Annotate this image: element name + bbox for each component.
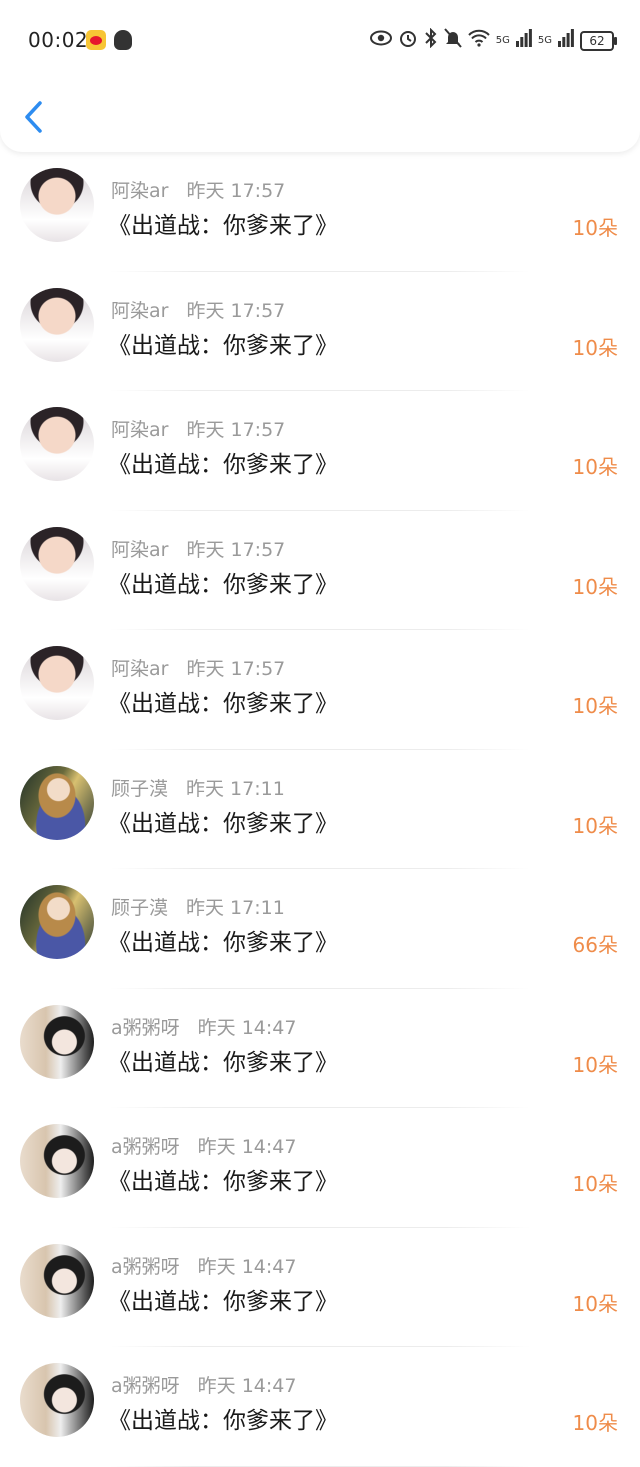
user-name[interactable]: 阿染ar xyxy=(111,539,168,561)
timestamp: 昨天 14:47 xyxy=(197,1375,297,1397)
avatar[interactable] xyxy=(20,1363,94,1437)
user-name[interactable]: 顾子漠 xyxy=(111,897,168,919)
gift-count: 10朵 xyxy=(572,455,618,479)
list-item-meta: 阿染ar 昨天 17:57 xyxy=(111,296,285,323)
list-item-meta: a粥粥呀 昨天 14:47 xyxy=(111,1013,296,1040)
weibo-icon xyxy=(86,30,106,50)
list-item[interactable]: 阿染ar 昨天 17:57 《出道战：你爹来了》 10朵 xyxy=(0,272,640,391)
timestamp: 昨天 17:11 xyxy=(186,777,285,800)
book-title: 《出道战：你爹来了》 xyxy=(108,332,338,359)
status-bar: 00:02 5G 5G 62 xyxy=(0,0,640,82)
signal-5g-label-2: 5G xyxy=(537,34,552,46)
user-name[interactable]: a粥粥呀 xyxy=(111,1136,180,1158)
list-item-meta: 顾子漠 昨天 17:11 xyxy=(111,893,285,920)
book-title: 《出道战：你爹来了》 xyxy=(108,452,338,478)
gift-count: 10朵 xyxy=(572,1172,618,1196)
book-title: 《出道战：你爹来了》 xyxy=(108,691,338,717)
user-name[interactable]: 阿染ar xyxy=(111,300,168,322)
avatar[interactable] xyxy=(20,1243,94,1318)
gift-count: 10朵 xyxy=(572,574,618,599)
list-item[interactable]: 阿染ar 昨天 17:57 《出道战：你爹来了》 10朵 xyxy=(0,152,640,272)
avatar[interactable] xyxy=(20,168,94,242)
list-item[interactable]: 顾子漠 昨天 17:11 《出道战：你爹来了》 10朵 xyxy=(0,750,640,869)
book-title: 《出道战：你爹来了》 xyxy=(108,1049,338,1076)
list-item-meta: 阿染ar 昨天 17:57 xyxy=(111,176,285,203)
user-name[interactable]: 阿染ar xyxy=(111,419,168,441)
timestamp: 昨天 14:47 xyxy=(197,1016,297,1039)
timestamp: 昨天 14:47 xyxy=(197,1255,297,1278)
gift-count: 66朵 xyxy=(572,933,618,957)
gift-count: 10朵 xyxy=(572,1291,618,1316)
list-item[interactable]: a粥粥呀 昨天 14:47 《出道战：你爹来了》 10朵 xyxy=(0,1108,640,1228)
avatar[interactable] xyxy=(20,287,94,362)
book-title: 《出道战：你爹来了》 xyxy=(108,810,338,837)
signal-bars-icon-2 xyxy=(558,29,574,52)
avatar[interactable] xyxy=(20,646,94,720)
signal-5g-label-1: 5G xyxy=(495,34,510,46)
book-title: 《出道战：你爹来了》 xyxy=(108,1288,338,1315)
list-item-meta: 顾子漠 昨天 17:11 xyxy=(111,774,285,801)
back-button[interactable] xyxy=(20,98,48,138)
top-header: 00:02 5G 5G 62 xyxy=(0,0,640,152)
timestamp: 昨天 17:57 xyxy=(186,180,286,202)
list-item-meta: 阿染ar 昨天 17:57 xyxy=(111,415,285,442)
gift-count: 10朵 xyxy=(572,694,618,718)
timestamp: 昨天 17:11 xyxy=(186,897,285,919)
avatar[interactable] xyxy=(20,765,94,840)
gift-record-list: 阿染ar 昨天 17:57 《出道战：你爹来了》 10朵 阿染ar 昨天 17:57… xyxy=(0,152,640,1467)
signal-bars-icon-1 xyxy=(515,29,532,52)
list-item[interactable]: 阿染ar 昨天 17:57 《出道战：你爹来了》 10朵 xyxy=(0,391,640,511)
gift-count: 10朵 xyxy=(572,216,618,240)
gift-count: 10朵 xyxy=(572,813,618,838)
timestamp: 昨天 17:57 xyxy=(186,299,286,322)
avatar[interactable] xyxy=(20,1124,94,1198)
avatar[interactable] xyxy=(20,1004,94,1079)
user-name[interactable]: a粥粥呀 xyxy=(111,1375,180,1397)
system-icons: 5G 5G 62 xyxy=(369,27,617,53)
avatar[interactable] xyxy=(20,885,94,959)
book-title: 《出道战：你爹来了》 xyxy=(108,1408,338,1434)
gift-count: 10朵 xyxy=(572,1411,618,1435)
alarm-icon xyxy=(398,28,418,53)
eye-icon xyxy=(369,30,392,51)
battery-indicator: 62 xyxy=(580,30,617,51)
chevron-left-icon xyxy=(25,101,42,133)
list-item[interactable]: 阿染ar 昨天 17:57 《出道战：你爹来了》 10朵 xyxy=(0,511,640,630)
avatar[interactable] xyxy=(20,407,94,481)
user-name[interactable]: a粥粥呀 xyxy=(111,1256,180,1278)
list-item-meta: a粥粥呀 昨天 14:47 xyxy=(111,1132,296,1159)
timestamp: 昨天 17:57 xyxy=(186,658,286,680)
list-item[interactable]: a粥粥呀 昨天 14:47 《出道战：你爹来了》 10朵 xyxy=(0,1347,640,1467)
mute-bell-icon xyxy=(444,28,462,53)
list-item-meta: a粥粥呀 昨天 14:47 xyxy=(111,1371,296,1398)
list-item[interactable]: a粥粥呀 昨天 14:47 《出道战：你爹来了》 10朵 xyxy=(0,989,640,1108)
list-item[interactable]: a粥粥呀 昨天 14:47 《出道战：你爹来了》 10朵 xyxy=(0,1228,640,1347)
user-name[interactable]: 阿染ar xyxy=(111,658,168,680)
avatar[interactable] xyxy=(20,526,94,601)
wifi-icon xyxy=(468,29,490,52)
timestamp: 昨天 17:57 xyxy=(186,538,286,561)
list-item[interactable]: 阿染ar 昨天 17:57 《出道战：你爹来了》 10朵 xyxy=(0,630,640,750)
user-name[interactable]: 顾子漠 xyxy=(111,778,168,800)
list-item-meta: 阿染ar 昨天 17:57 xyxy=(111,654,285,681)
qq-icon xyxy=(114,30,132,50)
notification-icons xyxy=(86,30,132,50)
book-title: 《出道战：你爹来了》 xyxy=(108,1169,338,1195)
gift-count: 10朵 xyxy=(572,335,618,360)
gift-count: 10朵 xyxy=(572,1052,618,1077)
bluetooth-icon xyxy=(424,27,438,53)
book-title: 《出道战：你爹来了》 xyxy=(108,930,338,956)
status-time: 00:02 xyxy=(28,28,89,52)
book-title: 《出道战：你爹来了》 xyxy=(108,571,338,598)
divider xyxy=(110,1465,530,1467)
list-item-meta: 阿染ar 昨天 17:57 xyxy=(111,535,285,562)
timestamp: 昨天 14:47 xyxy=(197,1136,297,1158)
timestamp: 昨天 17:57 xyxy=(186,419,286,441)
user-name[interactable]: 阿染ar xyxy=(111,180,168,202)
list-item[interactable]: 顾子漠 昨天 17:11 《出道战：你爹来了》 66朵 xyxy=(0,869,640,989)
book-title: 《出道战：你爹来了》 xyxy=(108,213,338,239)
list-item-meta: a粥粥呀 昨天 14:47 xyxy=(111,1252,296,1279)
user-name[interactable]: a粥粥呀 xyxy=(111,1017,180,1039)
